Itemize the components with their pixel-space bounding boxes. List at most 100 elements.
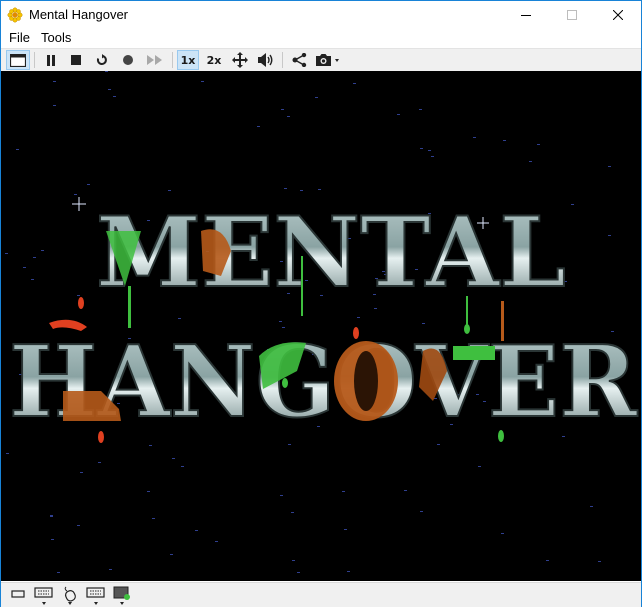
floppy-drive-button[interactable] — [7, 586, 29, 606]
star — [280, 495, 283, 496]
maximize-button[interactable] — [549, 1, 595, 29]
star — [292, 560, 295, 561]
floppy-drive-icon — [11, 590, 25, 598]
star — [152, 518, 155, 519]
star — [318, 189, 321, 190]
zoom-2x-label: 2x — [206, 53, 222, 67]
star — [431, 156, 434, 157]
star — [80, 472, 83, 473]
keyboard-alt-button[interactable] — [85, 586, 107, 606]
star — [215, 541, 218, 542]
star — [195, 530, 198, 531]
pause-button[interactable] — [40, 50, 62, 70]
star — [357, 317, 360, 318]
toolbar-separator — [172, 52, 173, 68]
star — [478, 466, 481, 467]
star — [168, 190, 171, 191]
toolbar: 1x 2x — [1, 48, 641, 71]
volume-button[interactable] — [255, 50, 277, 70]
star — [297, 572, 300, 573]
star — [420, 148, 423, 149]
star — [201, 81, 204, 82]
mouse-icon — [64, 586, 76, 605]
star — [571, 204, 574, 205]
share-icon — [292, 53, 306, 67]
star — [287, 116, 290, 117]
monitor-button[interactable] — [111, 586, 133, 606]
star — [546, 560, 549, 561]
close-icon — [613, 10, 623, 20]
star — [503, 140, 506, 141]
star — [109, 569, 112, 570]
record-button[interactable] — [117, 50, 139, 70]
keyboard-button[interactable] — [33, 586, 55, 606]
mouse-button[interactable] — [59, 586, 81, 606]
star — [147, 491, 150, 492]
minimize-button[interactable] — [503, 1, 549, 29]
star — [16, 149, 19, 150]
keyboard-icon — [34, 587, 53, 605]
star — [422, 323, 425, 324]
toolbar-separator — [34, 52, 35, 68]
volume-icon — [258, 53, 273, 67]
menu-file[interactable]: File — [9, 30, 30, 45]
star — [57, 572, 60, 573]
star — [31, 279, 34, 280]
zoom-1x-label: 1x — [180, 53, 196, 67]
fullscreen-icon — [232, 52, 248, 68]
record-icon — [123, 55, 133, 65]
title-bar[interactable]: Mental Hangover — [1, 1, 641, 29]
star — [23, 267, 26, 268]
star — [257, 126, 260, 127]
star — [404, 490, 407, 491]
zoom-2x-button[interactable]: 2x — [203, 50, 225, 70]
star — [33, 257, 36, 258]
star — [347, 571, 350, 572]
app-logo-icon — [7, 7, 23, 23]
stop-button[interactable] — [65, 50, 87, 70]
star — [105, 71, 108, 72]
reset-icon — [96, 54, 107, 65]
star — [353, 83, 356, 84]
star — [300, 190, 303, 191]
star — [77, 525, 80, 526]
star — [77, 295, 80, 296]
screenshot-icon — [316, 54, 339, 66]
star — [473, 137, 476, 138]
star — [50, 515, 53, 516]
star — [590, 506, 593, 507]
pause-icon — [47, 54, 55, 66]
status-bar — [1, 582, 641, 607]
toolbar-separator — [282, 52, 283, 68]
monitor-icon — [113, 586, 130, 605]
game-title-screen: MENTAL HANGOVER — [1, 71, 641, 581]
star — [284, 188, 287, 189]
close-button[interactable] — [595, 1, 641, 29]
star — [74, 194, 77, 195]
minimize-icon — [521, 15, 531, 16]
stop-icon — [71, 55, 81, 65]
star — [537, 144, 540, 145]
reset-button[interactable] — [91, 50, 113, 70]
window-mode-icon — [10, 53, 26, 67]
screenshot-button[interactable] — [313, 50, 343, 70]
keyboard-alt-icon — [86, 587, 105, 605]
app-window: Mental Hangover File Tools 1x 2x MENTAL … — [0, 0, 642, 607]
star — [501, 533, 504, 534]
fullscreen-button[interactable] — [229, 50, 251, 70]
star — [53, 81, 56, 82]
star — [170, 554, 173, 555]
star — [342, 491, 345, 492]
share-button[interactable] — [288, 50, 310, 70]
star — [291, 512, 294, 513]
star — [53, 105, 56, 106]
menu-tools[interactable]: Tools — [41, 30, 71, 45]
window-mode-button[interactable] — [6, 50, 30, 70]
star — [181, 466, 184, 467]
star — [529, 161, 532, 162]
emulator-screen[interactable]: MENTAL HANGOVER — [1, 71, 641, 581]
star — [437, 444, 440, 445]
fast-forward-button[interactable] — [143, 50, 167, 70]
star — [608, 235, 611, 236]
zoom-1x-button[interactable]: 1x — [177, 50, 199, 70]
